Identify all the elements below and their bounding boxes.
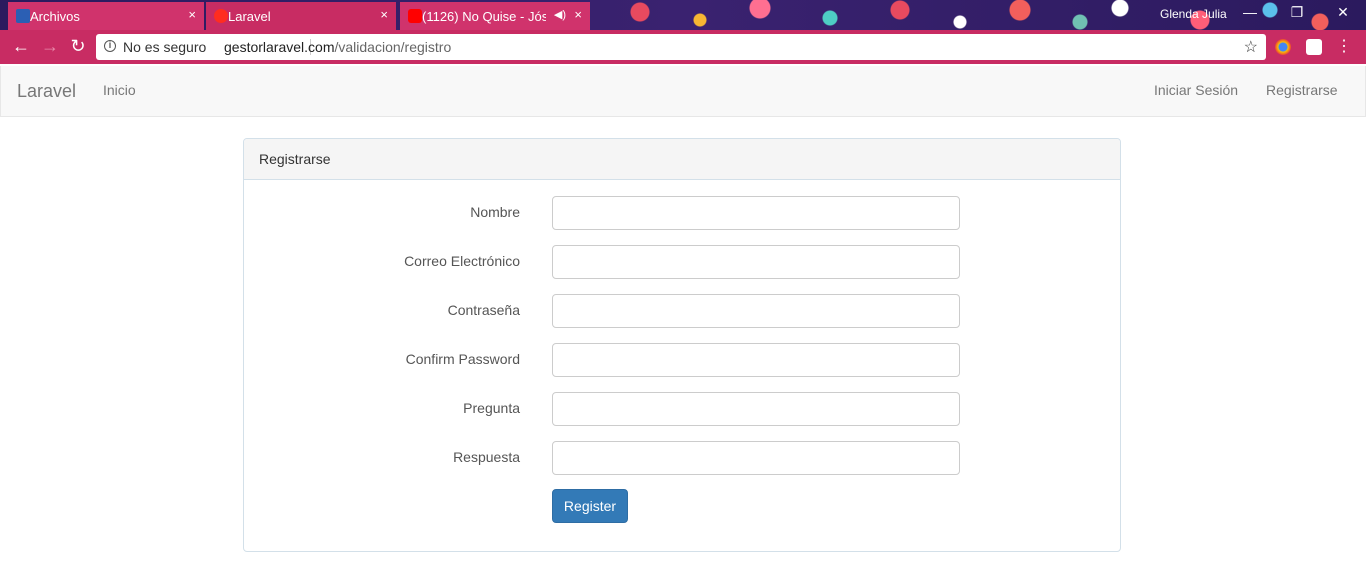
question-label: Pregunta	[463, 400, 520, 416]
nav-link-inicio[interactable]: Inicio	[103, 82, 136, 98]
form-row-name: Nombre	[244, 196, 1120, 230]
nav-link-register[interactable]: Registrarse	[1266, 82, 1338, 98]
url-text[interactable]: gestorlaravel.com/validacion/registro	[224, 39, 451, 55]
forward-icon[interactable]: →	[40, 36, 60, 56]
close-tab-icon[interactable]: ×	[380, 8, 388, 22]
browser-tab-strip: Archivos × Laravel × (1126) No Quise - J…	[0, 0, 1366, 30]
register-panel: Registrarse Nombre Correo Electrónico Co…	[243, 138, 1121, 552]
name-input[interactable]	[552, 196, 960, 230]
restore-icon[interactable]: ❐	[1287, 4, 1307, 21]
browser-toolbar: ← → ↻ i No es seguro gestorlaravel.com/v…	[0, 30, 1366, 64]
email-label: Correo Electrónico	[404, 253, 520, 269]
profile-name[interactable]: Glenda Julia	[1160, 7, 1227, 21]
confirm-password-label: Confirm Password	[405, 351, 520, 367]
laravel-icon	[214, 9, 228, 23]
reload-icon[interactable]: ↻	[68, 36, 88, 56]
info-icon[interactable]: i	[104, 40, 116, 52]
audio-playing-icon[interactable]: ◀)	[554, 8, 566, 21]
panel-heading: Registrarse	[244, 139, 1120, 180]
wordpress-icon	[16, 9, 30, 23]
close-tab-icon[interactable]: ×	[188, 8, 196, 22]
brand-logo[interactable]: Laravel	[17, 81, 76, 102]
confirm-password-input[interactable]	[552, 343, 960, 377]
url-path: /validacion/registro	[334, 39, 452, 55]
address-bar[interactable]: i No es seguro gestorlaravel.com/validac…	[96, 34, 1266, 60]
tab-archivos[interactable]: Archivos ×	[8, 2, 204, 30]
chrome-extension-icon[interactable]	[1275, 39, 1291, 55]
tab-laravel[interactable]: Laravel ×	[206, 2, 396, 30]
tab-title: Laravel	[228, 8, 271, 24]
minimize-icon[interactable]: —	[1240, 4, 1260, 20]
security-label[interactable]: No es seguro	[123, 39, 206, 55]
tab-title: (1126) No Quise - Jós	[422, 8, 546, 24]
email-input[interactable]	[552, 245, 960, 279]
close-tab-icon[interactable]: ×	[574, 8, 582, 22]
close-window-icon[interactable]: ✕	[1333, 4, 1353, 21]
form-row-email: Correo Electrónico	[244, 245, 1120, 279]
tab-title: Archivos	[30, 8, 80, 24]
form-row-question: Pregunta	[244, 392, 1120, 426]
answer-input[interactable]	[552, 441, 960, 475]
menu-kebab-icon[interactable]: ⋮	[1336, 39, 1352, 55]
question-input[interactable]	[552, 392, 960, 426]
back-icon[interactable]: ←	[11, 36, 31, 56]
answer-label: Respuesta	[453, 449, 520, 465]
password-label: Contraseña	[447, 302, 520, 318]
url-host: gestorlaravel.com	[224, 39, 335, 55]
youtube-icon	[408, 9, 422, 23]
pocket-extension-icon[interactable]	[1306, 39, 1322, 55]
app-navbar: Laravel Inicio Iniciar Sesión Registrars…	[0, 66, 1366, 117]
nav-link-login[interactable]: Iniciar Sesión	[1154, 82, 1238, 98]
bookmark-star-icon[interactable]: ☆	[1244, 37, 1258, 57]
tab-youtube[interactable]: (1126) No Quise - Jós ◀) ×	[400, 2, 590, 30]
register-button[interactable]: Register	[552, 489, 628, 523]
form-row-password: Contraseña	[244, 294, 1120, 328]
form-row-answer: Respuesta	[244, 441, 1120, 475]
form-row-confirm-password: Confirm Password	[244, 343, 1120, 377]
name-label: Nombre	[470, 204, 520, 220]
password-input[interactable]	[552, 294, 960, 328]
